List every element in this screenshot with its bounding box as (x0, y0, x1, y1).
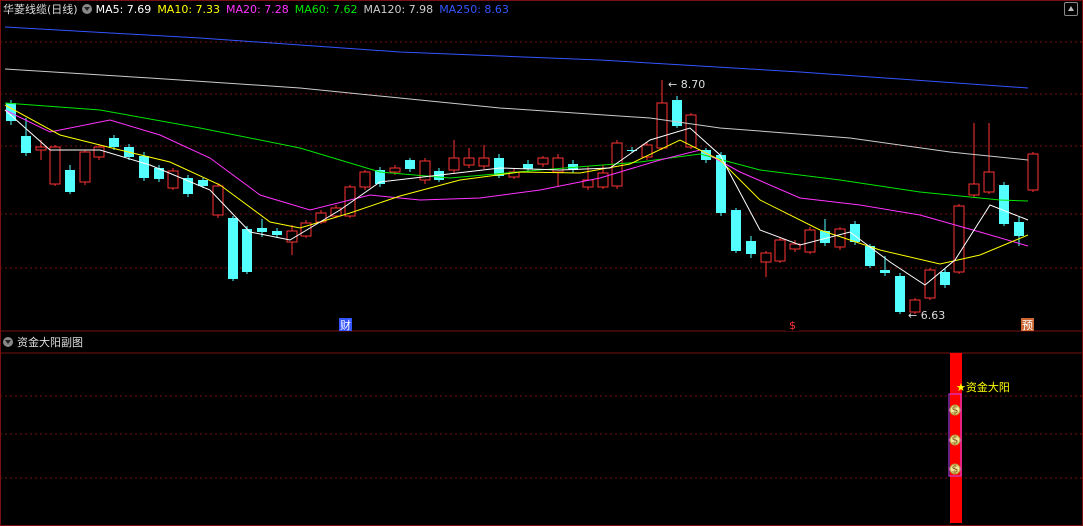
candle-body (1014, 222, 1024, 236)
legend-ma5: MA5: 7.69 (95, 2, 152, 16)
candle-body (983, 171, 995, 193)
chart-canvas[interactable]: ← 8.70 ← 6.63 财 $ 预 $ $ $ ★资金大阳 (0, 0, 1083, 526)
event-marker: $ (789, 319, 796, 332)
candle-body (895, 276, 905, 312)
candle-body (389, 167, 401, 173)
candle-body (746, 241, 756, 254)
candle-body (999, 185, 1009, 224)
legend-toggle-icon[interactable] (81, 4, 92, 14)
collapse-panel-button[interactable] (1064, 2, 1078, 16)
candle-body (523, 164, 533, 169)
ma60-line (4, 102, 1029, 202)
candle-body (968, 183, 980, 196)
legend-ma20: MA20: 7.28 (226, 2, 289, 16)
event-marker: 预 (1022, 319, 1033, 332)
candle-body (1027, 153, 1039, 191)
candle-body (242, 229, 252, 272)
legend-ma10: MA10: 7.33 (157, 2, 221, 16)
candle-body (79, 151, 91, 183)
high-price-label: ← 8.70 (668, 78, 705, 91)
candle-body (537, 157, 549, 165)
candle-body (139, 156, 149, 178)
candle-body (880, 270, 890, 273)
candle-body (154, 168, 164, 179)
money-bag-symbol: $ (952, 463, 959, 476)
sub-chart-title: 资金大阳副图 (17, 336, 83, 349)
main-legend: 华菱线缆(日线) MA5: 7.69 MA10: 7.33 MA20: 7.28… (3, 1, 515, 17)
candle-body (641, 144, 653, 158)
candle-body (93, 146, 105, 158)
candle-body (272, 231, 282, 235)
candle-body (685, 114, 697, 148)
candle-body (228, 218, 238, 279)
candle-body (109, 138, 119, 147)
sub-toggle-icon[interactable] (3, 337, 13, 347)
candle-body (35, 146, 47, 151)
legend-ma60: MA60: 7.62 (294, 2, 358, 16)
candle-body (448, 157, 460, 171)
legend-ma120: MA120: 7.98 (363, 2, 434, 16)
candle-body (597, 172, 609, 188)
sub-legend: 资金大阳副图 (3, 334, 83, 350)
candle-body (49, 146, 61, 185)
candle-body (774, 239, 786, 262)
candle-body (463, 157, 475, 166)
money-bag-symbol: $ (952, 404, 959, 417)
candle-body (478, 157, 490, 167)
candle-body (953, 205, 965, 273)
candle-body (865, 246, 875, 266)
candle-body (405, 160, 415, 169)
candle-body (257, 228, 267, 232)
event-marker: 财 (340, 318, 351, 332)
ma10-line (4, 104, 1029, 265)
candle-body (760, 252, 772, 263)
candle-body (21, 136, 31, 153)
candle-body (656, 102, 668, 149)
low-price-label: ← 6.63 (908, 309, 945, 322)
main-chart-title: 华菱线缆(日线) (3, 3, 78, 16)
candle-body (212, 185, 224, 216)
signal-label: ★资金大阳 (956, 380, 1010, 394)
candle-body (731, 210, 741, 251)
candle-body (65, 170, 75, 192)
candle-body (940, 272, 950, 285)
legend-ma250: MA250: 8.63 (439, 2, 509, 16)
money-bag-symbol: $ (952, 434, 959, 447)
candle-body (359, 171, 371, 188)
